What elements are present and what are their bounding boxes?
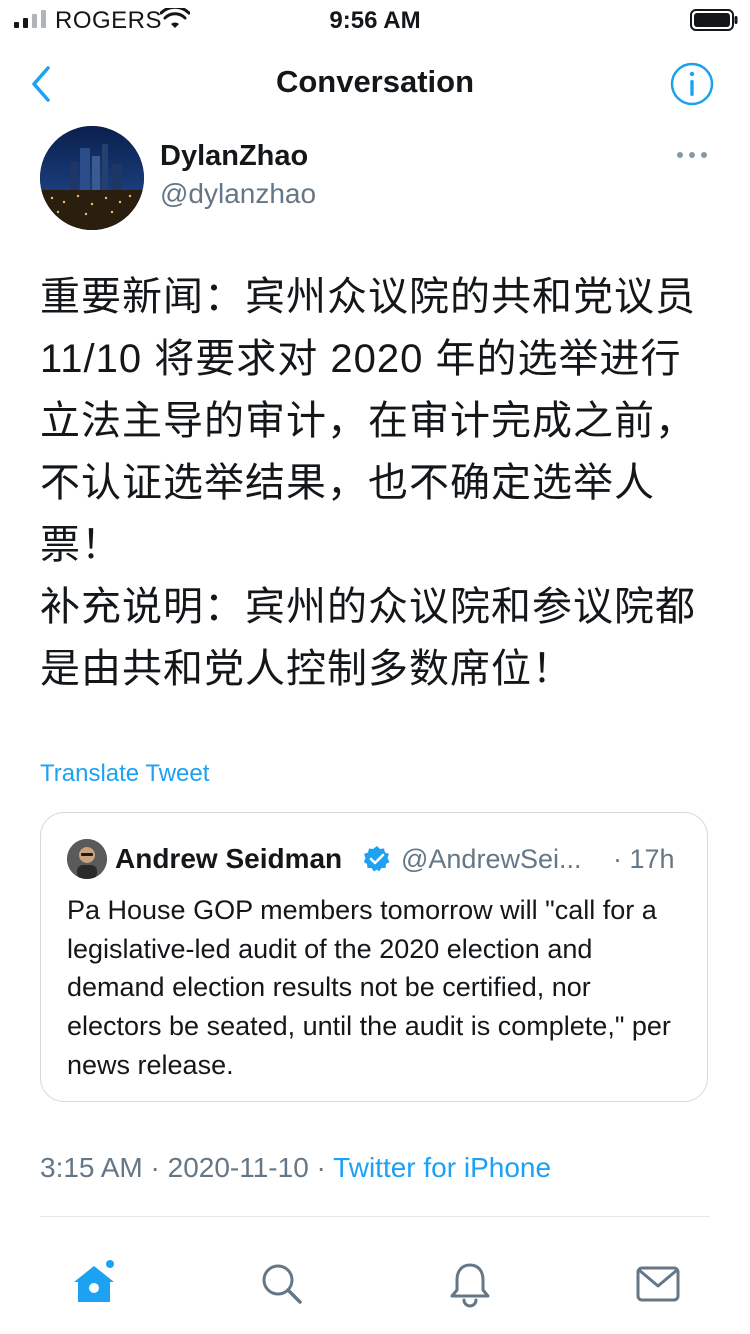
mail-icon[interactable] bbox=[634, 1260, 682, 1308]
quoted-tweet-card[interactable]: Andrew Seidman @AndrewSei... · 17h Pa Ho… bbox=[40, 812, 708, 1102]
verified-badge-icon bbox=[363, 846, 390, 872]
page-title: Conversation bbox=[275, 64, 475, 99]
info-icon[interactable] bbox=[668, 60, 716, 108]
navigation-bar: Conversation bbox=[0, 50, 750, 120]
translate-tweet-link[interactable]: Translate Tweet bbox=[40, 760, 209, 788]
tweet-source-link[interactable]: Twitter for iPhone bbox=[333, 1152, 551, 1183]
tweet-time: 3:15 AM bbox=[40, 1152, 143, 1183]
tab-bar bbox=[0, 1240, 750, 1334]
quoted-tweet-text: Pa House GOP members tomorrow will "call… bbox=[67, 895, 671, 1080]
quoted-author-name: Andrew Seidman bbox=[115, 843, 343, 874]
home-badge-dot bbox=[106, 1260, 114, 1268]
search-icon[interactable] bbox=[258, 1260, 306, 1308]
meta-separator: · bbox=[308, 1152, 334, 1183]
tweet-date: 2020-11-10 bbox=[167, 1152, 309, 1183]
avatar-image bbox=[40, 126, 144, 230]
quoted-author-avatar bbox=[67, 839, 107, 879]
divider bbox=[40, 1216, 710, 1217]
quoted-author-handle: @AndrewSei... bbox=[401, 844, 582, 874]
meta-separator: · bbox=[142, 1152, 168, 1183]
author-avatar[interactable] bbox=[40, 126, 144, 230]
status-bar: ROGERS 9:56 AM bbox=[0, 0, 750, 40]
tweet-paragraph: 重要新闻：宾州众议院的共和党议员 11/10 将要求对 2020 年的选举进行立… bbox=[40, 275, 696, 567]
more-options-icon[interactable] bbox=[672, 140, 712, 170]
battery-icon bbox=[690, 9, 738, 31]
status-time: 9:56 AM bbox=[329, 7, 421, 34]
author-name[interactable]: DylanZhao bbox=[160, 140, 308, 173]
tweet-paragraph: 补充说明：宾州的众议院和参议院都是由共和党人控制多数席位！ bbox=[40, 585, 696, 691]
tweet-metadata: 3:15 AM · 2020-11-10 · Twitter for iPhon… bbox=[40, 1152, 551, 1184]
home-icon[interactable] bbox=[70, 1260, 118, 1308]
bell-icon[interactable] bbox=[446, 1260, 494, 1308]
tweet-text: 重要新闻：宾州众议院的共和党议员 11/10 将要求对 2020 年的选举进行立… bbox=[40, 266, 712, 700]
quoted-tweet-time: · 17h bbox=[613, 844, 675, 874]
quoted-avatar-image bbox=[67, 839, 107, 879]
author-handle[interactable]: @dylanzhao bbox=[160, 178, 316, 210]
